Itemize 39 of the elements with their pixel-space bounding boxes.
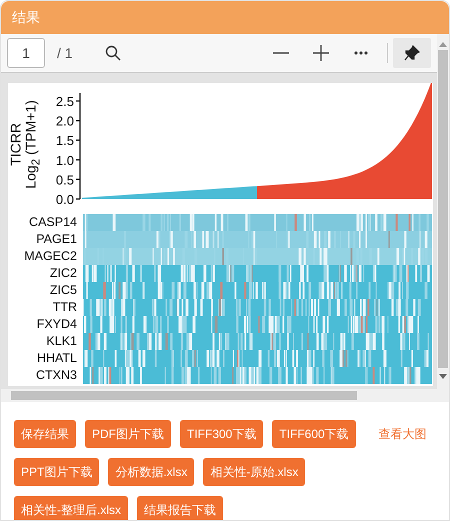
gene-label: ZIC2	[50, 265, 77, 282]
download-button[interactable]: 相关性-原始.xlsx	[203, 458, 306, 486]
download-button[interactable]: TIFF300下载	[180, 420, 264, 448]
gene-label: CASP14	[29, 214, 77, 231]
download-button[interactable]: PDF图片下载	[85, 420, 171, 448]
gene-label: ZIC5	[50, 282, 77, 299]
gene-label: PAGE1	[36, 231, 77, 248]
download-button[interactable]: PPT图片下载	[14, 458, 100, 486]
tick-label: 1.0	[56, 152, 74, 168]
page-number-field[interactable]: 1	[7, 38, 45, 68]
panel-title: 结果	[1, 1, 449, 34]
tick-label: 2.5	[56, 94, 74, 109]
download-button[interactable]: TIFF600下载	[272, 420, 356, 448]
horizontal-scrollbar[interactable]	[1, 389, 437, 402]
tick-label: 0.5	[56, 172, 74, 188]
gene-label: KLK1	[46, 333, 77, 350]
chart-title: TICRR	[8, 122, 24, 166]
download-button[interactable]: 分析数据.xlsx	[108, 458, 194, 486]
tick-label: 0.0	[56, 192, 74, 207]
gene-label: HHATL	[36, 350, 77, 367]
scroll-down-icon[interactable]	[439, 374, 447, 379]
download-button[interactable]: 结果报告下载	[137, 496, 223, 520]
download-button[interactable]: 相关性-整理后.xlsx	[14, 496, 128, 520]
pin-icon	[404, 45, 420, 61]
tick-label: 1.5	[56, 133, 74, 148]
gene-label: CTXN3	[36, 367, 77, 384]
minus-icon	[273, 52, 289, 54]
plus-icon	[313, 45, 329, 61]
search-icon	[104, 45, 121, 61]
view-large-link[interactable]: 查看大图	[378, 426, 427, 442]
vertical-scrollbar[interactable]	[437, 34, 449, 402]
page-count: / 1	[57, 45, 73, 61]
more-icon	[354, 51, 368, 55]
gene-label: TTR	[52, 299, 77, 316]
gene-label: MAGEC2	[24, 248, 77, 265]
download-button[interactable]: 保存结果	[14, 420, 76, 448]
pin-button[interactable]	[393, 38, 431, 68]
tick-label: 2.0	[56, 114, 74, 129]
gene-label: FXYD4	[36, 316, 77, 333]
